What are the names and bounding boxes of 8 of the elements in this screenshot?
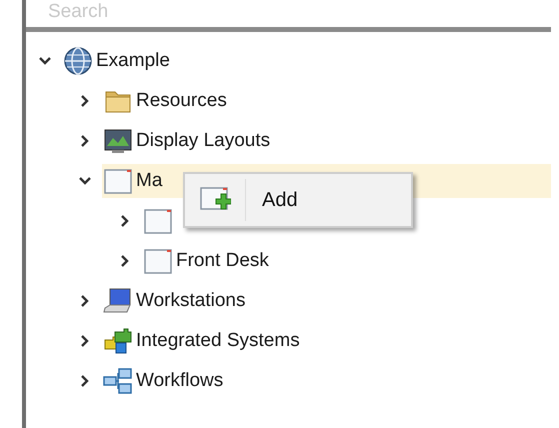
tree-item-label: Ma <box>136 170 162 192</box>
tree-item-label: Resources <box>136 90 227 112</box>
tree-item-label: Display Layouts <box>136 130 270 152</box>
tree-item-label: Integrated Systems <box>136 330 300 352</box>
tree-item-label: Workstations <box>136 290 246 312</box>
tree-item-label: Example <box>96 50 170 72</box>
tree-item-label: Workflows <box>136 370 224 392</box>
tree-item-label: Front Desk <box>176 250 269 272</box>
